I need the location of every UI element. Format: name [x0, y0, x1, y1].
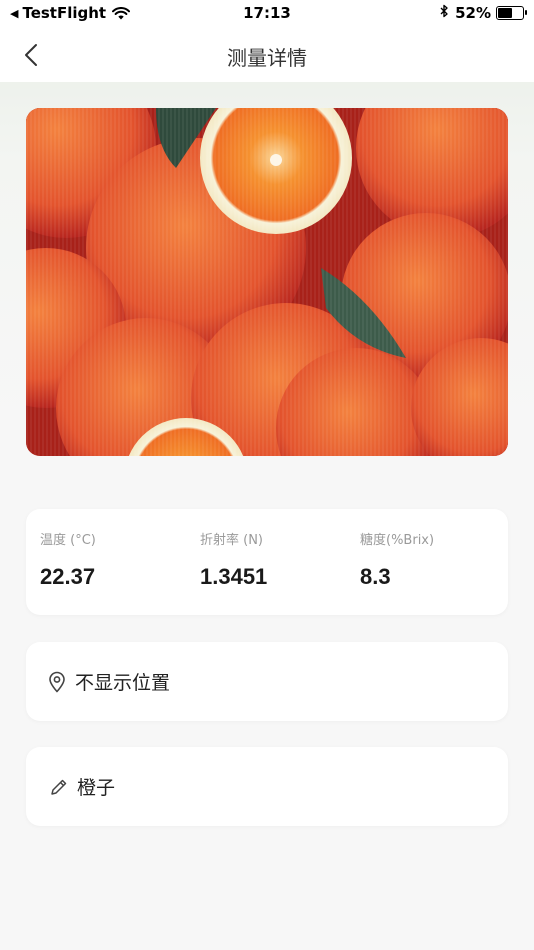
note-row-content: 橙子: [50, 747, 115, 826]
measurement-card: 温度 (°C) 22.37 折射率 (N) 1.3451 糖度(%Brix) 8…: [26, 509, 508, 615]
temperature-metric: 温度 (°C) 22.37: [40, 529, 96, 590]
refractive-index-label: 折射率 (N): [200, 533, 264, 548]
location-row[interactable]: 不显示位置: [26, 642, 508, 721]
refractive-index-metric: 折射率 (N) 1.3451: [200, 529, 267, 590]
orange-photo: [26, 108, 508, 456]
status-bar: ◀ TestFlight 17:13 52%: [0, 0, 534, 28]
battery-percent: 52%: [455, 4, 491, 22]
temperature-label: 温度 (°C): [40, 533, 96, 548]
pencil-icon: [51, 779, 67, 795]
note-text: 橙子: [77, 777, 116, 799]
location-pin-icon: [49, 671, 65, 692]
battery-fill: [498, 8, 512, 18]
location-row-content: 不显示位置: [48, 642, 170, 721]
location-text: 不显示位置: [75, 672, 171, 694]
status-right: 52%: [440, 4, 527, 22]
bluetooth-icon: [440, 4, 449, 22]
page-title: 测量详情: [227, 46, 307, 70]
temperature-value: 22.37: [40, 564, 96, 589]
photo-carousel[interactable]: [26, 108, 508, 456]
note-row[interactable]: 橙子: [26, 747, 508, 826]
brix-label: 糖度(%Brix): [360, 533, 435, 548]
battery-icon: [496, 6, 527, 20]
brix-metric: 糖度(%Brix) 8.3: [360, 529, 434, 590]
refractive-index-value: 1.3451: [200, 564, 268, 589]
nav-bar: 测量详情: [0, 28, 534, 82]
brix-value: 8.3: [360, 564, 391, 589]
